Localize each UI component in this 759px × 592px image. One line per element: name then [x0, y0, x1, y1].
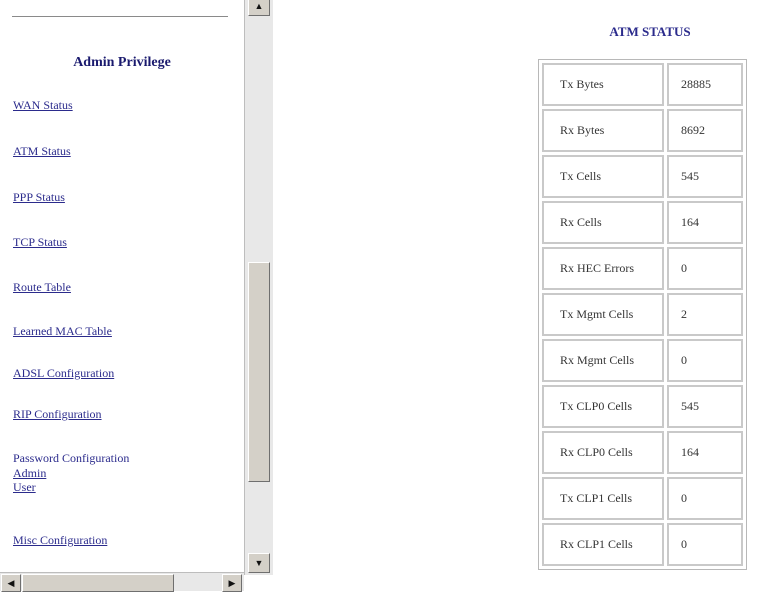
page-title: ATM STATUS [609, 24, 691, 39]
horizontal-scroll-thumb[interactable] [22, 574, 174, 592]
row-label: Rx CLP0 Cells [542, 431, 664, 474]
row-value: 0 [667, 339, 743, 382]
scroll-up-button[interactable]: ▲ [248, 0, 270, 16]
row-value: 8692 [667, 109, 743, 152]
row-label: Tx CLP1 Cells [542, 477, 664, 520]
row-label: Rx CLP1 Cells [542, 523, 664, 566]
table-row: Rx Cells 164 [542, 201, 743, 244]
atm-status-table: Tx Bytes 28885 Rx Bytes 8692 Tx Cells 545 R… [538, 59, 747, 570]
table-row: Tx CLP1 Cells 0 [542, 477, 743, 520]
nav-link-route-table[interactable]: Route Table [13, 280, 71, 295]
row-label: Tx CLP0 Cells [542, 385, 664, 428]
table-row: Tx CLP0 Cells 545 [542, 385, 743, 428]
row-label: Tx Cells [542, 155, 664, 198]
row-label: Tx Bytes [542, 63, 664, 106]
nav-link-adsl-configuration[interactable]: ADSL Configuration [13, 366, 114, 381]
table-row: Rx CLP0 Cells 164 [542, 431, 743, 474]
scroll-left-button[interactable]: ◀ [1, 574, 21, 592]
top-divider [12, 16, 228, 17]
row-value: 164 [667, 431, 743, 474]
row-value: 0 [667, 477, 743, 520]
nav-link-password-admin[interactable]: Admin [13, 466, 46, 481]
table-row: Tx Cells 545 [542, 155, 743, 198]
nav-link-password-user[interactable]: User [13, 480, 36, 495]
row-value: 0 [667, 523, 743, 566]
password-configuration-label: Password Configuration [13, 451, 130, 465]
arrow-down-icon: ▼ [254, 558, 264, 568]
table-row: Tx Mgmt Cells 2 [542, 293, 743, 336]
nav-link-misc-configuration[interactable]: Misc Configuration [13, 533, 107, 548]
table-row: Rx Mgmt Cells 0 [542, 339, 743, 382]
vertical-scroll-thumb[interactable] [248, 262, 270, 482]
nav-link-atm-status[interactable]: ATM Status [13, 144, 71, 159]
row-label: Tx Mgmt Cells [542, 293, 664, 336]
vertical-scrollbar[interactable]: ▲ ▼ [244, 0, 273, 575]
arrow-up-icon: ▲ [254, 1, 264, 11]
nav-link-wan-status[interactable]: WAN Status [13, 98, 73, 113]
table-row: Tx Bytes 28885 [542, 63, 743, 106]
menu-title: Admin Privilege [73, 55, 171, 70]
arrow-right-icon: ▶ [228, 577, 236, 588]
navigation-frame: Admin Privilege WAN Status ATM Status PP… [0, 0, 244, 575]
row-label: Rx Mgmt Cells [542, 339, 664, 382]
scroll-down-button[interactable]: ▼ [248, 553, 270, 573]
horizontal-scrollbar[interactable]: ◀ ▶ [0, 572, 244, 592]
scroll-right-button[interactable]: ▶ [222, 574, 242, 592]
table-row: Rx CLP1 Cells 0 [542, 523, 743, 566]
nav-link-rip-configuration[interactable]: RIP Configuration [13, 407, 102, 422]
row-value: 545 [667, 155, 743, 198]
row-label: Rx HEC Errors [542, 247, 664, 290]
table-row: Rx Bytes 8692 [542, 109, 743, 152]
row-label: Rx Cells [542, 201, 664, 244]
table-row: Rx HEC Errors 0 [542, 247, 743, 290]
row-value: 545 [667, 385, 743, 428]
row-value: 0 [667, 247, 743, 290]
row-label: Rx Bytes [542, 109, 664, 152]
nav-link-tcp-status[interactable]: TCP Status [13, 235, 67, 250]
nav-link-learned-mac-table[interactable]: Learned MAC Table [13, 324, 112, 339]
row-value: 28885 [667, 63, 743, 106]
nav-link-ppp-status[interactable]: PPP Status [13, 190, 65, 205]
row-value: 2 [667, 293, 743, 336]
arrow-left-icon: ◀ [7, 577, 15, 588]
row-value: 164 [667, 201, 743, 244]
